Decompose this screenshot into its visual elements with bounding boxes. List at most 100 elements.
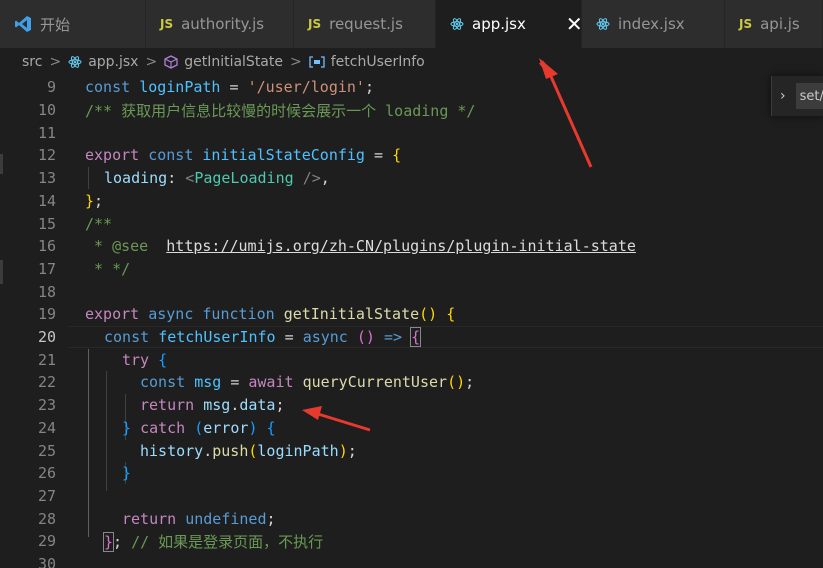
code-line-current: 20 const fetchUserInfo = async () => { <box>0 325 823 349</box>
breadcrumb-item-src[interactable]: src <box>22 54 42 70</box>
code-line: 17 * */ <box>0 258 823 281</box>
tab-app-jsx[interactable]: app.jsx ✕ <box>436 0 583 48</box>
breadcrumb-item-variable[interactable]: fetchUserInfo <box>309 54 425 70</box>
line-number: 26 <box>37 464 56 483</box>
breadcrumb-label: app.jsx <box>88 54 139 70</box>
tab-authority-js[interactable]: JS authority.js <box>146 0 294 48</box>
breadcrumb-label: getInitialState <box>184 54 283 70</box>
code-text: * @see https://umijs.org/zh-CN/plugins/p… <box>85 237 636 256</box>
line-number: 30 <box>37 555 56 568</box>
tab-label: request.js <box>329 15 403 33</box>
line-number: 9 <box>46 78 56 97</box>
code-comment: /** 获取用户信息比较慢的时候会展示一个 loading */ <box>85 101 476 120</box>
code-line: 22 const msg = await queryCurrentUser(); <box>0 371 823 394</box>
breadcrumb: src > app.jsx > getInitialState > fetchU… <box>0 48 823 76</box>
js-file-icon: JS <box>308 17 322 31</box>
line-number: 21 <box>37 350 56 369</box>
tab-label: authority.js <box>181 15 265 33</box>
code-line: 12 export const initialStateConfig = { <box>0 144 823 167</box>
code-line: 18 <box>0 280 823 303</box>
code-comment: * */ <box>85 259 131 278</box>
line-number: 20 <box>37 328 56 347</box>
code-line: 11 <box>0 121 823 144</box>
line-number: 29 <box>37 532 56 551</box>
code-text: history.push(loginPath); <box>140 441 357 460</box>
react-file-icon <box>68 55 82 69</box>
line-number: 27 <box>37 486 56 505</box>
code-line: 13 loading: <PageLoading />, <box>0 167 823 190</box>
code-line: 9 const loginPath = '/user/login'; <box>0 76 823 99</box>
react-file-icon <box>450 17 464 31</box>
line-number: 14 <box>37 191 56 210</box>
line-number: 17 <box>37 259 56 278</box>
tab-welcome[interactable]: 开始 <box>0 0 146 48</box>
code-line: 23 return msg.data; <box>0 394 823 417</box>
doc-link[interactable]: https://umijs.org/zh-CN/plugins/plugin-i… <box>166 237 636 255</box>
code-text: export async function getInitialState() … <box>85 305 456 324</box>
code-line: 10 /** 获取用户信息比较慢的时候会展示一个 loading */ <box>0 99 823 122</box>
tab-label: api.js <box>760 15 800 33</box>
code-line: 30 <box>0 553 823 568</box>
breadcrumb-separator: > <box>145 54 158 70</box>
code-line: 27 <box>0 485 823 508</box>
find-input[interactable]: set/ <box>795 83 823 109</box>
react-file-icon <box>596 17 610 31</box>
chevron-right-icon[interactable]: › <box>780 88 786 104</box>
code-line: 19 export async function getInitialState… <box>0 303 823 326</box>
line-number: 24 <box>37 418 56 437</box>
code-line: 21 try { <box>0 348 823 371</box>
line-number: 28 <box>37 509 56 528</box>
tab-api-js[interactable]: JS api.js <box>725 0 823 48</box>
line-number: 11 <box>37 123 56 142</box>
code-line: 29 }; // 如果是登录页面，不执行 <box>0 530 823 553</box>
line-number: 16 <box>37 237 56 256</box>
breadcrumb-separator: > <box>290 54 302 70</box>
code-text: const fetchUserInfo = async () => { <box>104 327 422 348</box>
breadcrumb-item-function[interactable]: getInitialState <box>164 54 283 70</box>
code-text: loading: <PageLoading />, <box>104 169 330 188</box>
line-number: 23 <box>37 396 56 415</box>
line-number: 19 <box>37 305 56 324</box>
code-text: }; <box>85 191 104 210</box>
line-number: 13 <box>37 169 56 188</box>
code-text: return msg.data; <box>140 396 285 415</box>
line-number: 25 <box>37 441 56 460</box>
tab-label: app.jsx <box>472 15 526 33</box>
tab-index-jsx[interactable]: index.jsx <box>582 0 725 48</box>
code-text: export const initialStateConfig = { <box>85 146 402 165</box>
code-line: 14 }; <box>0 190 823 213</box>
code-editor[interactable]: 9 const loginPath = '/user/login'; 10 /*… <box>0 76 823 568</box>
line-number: 22 <box>37 373 56 392</box>
code-text: const loginPath = '/user/login'; <box>85 78 374 97</box>
code-text: return undefined; <box>122 509 276 528</box>
breadcrumb-item-file[interactable]: app.jsx <box>68 54 138 70</box>
folding-marker <box>0 260 3 284</box>
code-text: const msg = await queryCurrentUser(); <box>140 373 475 392</box>
find-widget[interactable]: › set/ <box>771 76 823 116</box>
code-comment: /** <box>85 214 113 233</box>
close-icon[interactable]: ✕ <box>566 14 583 34</box>
code-line: 25 history.push(loginPath); <box>0 439 823 462</box>
tab-label: 开始 <box>40 15 71 34</box>
line-number: 18 <box>37 282 56 301</box>
js-file-icon: JS <box>160 17 174 31</box>
js-file-icon: JS <box>739 17 753 31</box>
tab-label: index.jsx <box>618 15 685 33</box>
tab-request-js[interactable]: JS request.js <box>294 0 436 48</box>
code-line: 26 } <box>0 462 823 485</box>
vscode-logo-icon <box>14 15 32 33</box>
code-line: 15 /** <box>0 212 823 235</box>
line-number: 12 <box>37 146 56 165</box>
folding-marker <box>0 154 3 174</box>
breadcrumb-separator: > <box>49 54 62 70</box>
code-line: 16 * @see https://umijs.org/zh-CN/plugin… <box>0 235 823 258</box>
breadcrumb-label: fetchUserInfo <box>330 54 425 70</box>
variable-icon <box>309 55 325 69</box>
code-text: try { <box>122 350 168 369</box>
code-text: }; // 如果是登录页面，不执行 <box>102 531 324 552</box>
code-text: } <box>122 464 132 483</box>
tab-bar: 开始 JS authority.js JS request.js app.jsx… <box>0 0 823 48</box>
line-number: 15 <box>37 214 56 233</box>
code-line: 28 return undefined; <box>0 507 823 530</box>
code-line: 24 } catch (error) { <box>0 417 823 440</box>
